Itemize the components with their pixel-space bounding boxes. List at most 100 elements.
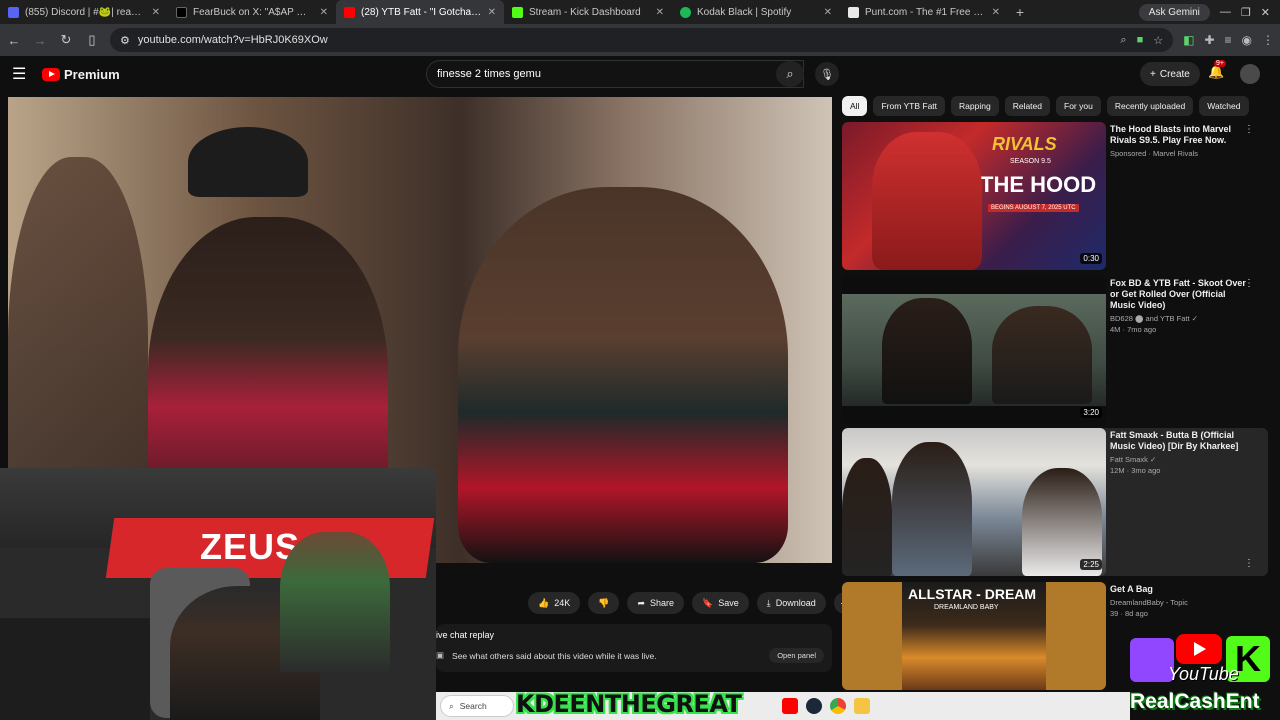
close-icon[interactable]: ✕ bbox=[320, 7, 328, 18]
media-icon[interactable]: ≡ bbox=[1225, 33, 1232, 47]
search-button[interactable]: ⌕ bbox=[776, 61, 804, 87]
minimize-icon[interactable]: — bbox=[1220, 6, 1231, 18]
related-video-3[interactable]: 2:25 Fatt Smaxk - Butta B (Official Musi… bbox=[842, 428, 1268, 576]
close-icon[interactable]: ✕ bbox=[824, 7, 832, 18]
taskbar-search-label: Search bbox=[459, 701, 487, 711]
taskbar-search[interactable]: ⌕ Search bbox=[440, 695, 514, 717]
tab-title: (855) Discord | #🐸| reaction... bbox=[25, 6, 146, 18]
video-title[interactable]: The Hood Blasts into Marvel Rivals S9.5.… bbox=[1110, 124, 1250, 146]
video-channel[interactable]: Sponsored · Marvel Rivals bbox=[1110, 149, 1250, 159]
like-button[interactable]: 👍 24K bbox=[528, 592, 581, 614]
save-button[interactable]: 🔖 Save bbox=[692, 592, 749, 614]
spotify-icon bbox=[680, 6, 691, 18]
video-actions: 👍24K 👎 ➦Share 🔖Save ⤓Download ⋯ bbox=[528, 592, 856, 614]
maximize-icon[interactable]: ❐ bbox=[1241, 6, 1251, 19]
new-tab-button[interactable]: + bbox=[1008, 4, 1032, 20]
voice-search-button[interactable]: 🎙 bbox=[815, 62, 839, 86]
search-icon: ⌕ bbox=[786, 66, 794, 81]
more-options-icon[interactable]: ⋮ bbox=[1244, 124, 1254, 135]
notification-badge: 9+ bbox=[1214, 60, 1226, 67]
browser-tab-bar: (855) Discord | #🐸| reaction... ✕ FearBu… bbox=[0, 0, 1280, 24]
more-options-icon[interactable]: ⋮ bbox=[1244, 558, 1254, 569]
steam-icon[interactable] bbox=[806, 698, 822, 714]
tab-punt[interactable]: Punt.com - The #1 Free to Play... ✕ bbox=[840, 0, 1008, 24]
video-thumbnail[interactable]: RIVALS SEASON 9.5 THE HOOD BEGINS AUGUST… bbox=[842, 122, 1106, 270]
create-label: Create bbox=[1159, 68, 1190, 80]
chip-rapping[interactable]: Rapping bbox=[951, 96, 999, 116]
tab-youtube[interactable]: (28) YTB Fatt - "I Gotcha Bi... ✕ bbox=[336, 0, 504, 24]
chip-all[interactable]: All bbox=[842, 96, 868, 116]
punt-icon bbox=[848, 6, 859, 18]
share-button[interactable]: ➦ Share bbox=[627, 592, 685, 614]
download-button[interactable]: ⤓ Download bbox=[756, 592, 826, 614]
hamburger-menu-icon[interactable]: ☰ bbox=[12, 64, 32, 84]
video-title[interactable]: Fox BD & YTB Fatt - Skoot Over or Get Ro… bbox=[1110, 278, 1250, 311]
ask-gemini-button[interactable]: Ask Gemini bbox=[1138, 3, 1210, 21]
streamer-name-overlay: KDEENTHEGREAT bbox=[516, 690, 742, 718]
address-bar: ← → ↻ ▯ ⚙ youtube.com/watch?v=HbRJ0K69XO… bbox=[0, 24, 1280, 56]
app-icon[interactable] bbox=[782, 698, 798, 714]
tab-spotify[interactable]: Kodak Black | Spotify ✕ bbox=[672, 0, 840, 24]
thumb-figure bbox=[872, 132, 982, 270]
related-video-2[interactable]: 3:20 Fox BD & YTB Fatt - Skoot Over or G… bbox=[842, 276, 1268, 424]
menu-dots-icon[interactable]: ⋮ bbox=[1262, 33, 1274, 47]
extension-icon[interactable]: ◧ bbox=[1183, 33, 1194, 47]
back-icon[interactable]: ← bbox=[6, 33, 22, 48]
live-chat-replay: ive chat replay ▣ See what others said a… bbox=[436, 624, 832, 672]
tab-x-fearbuck[interactable]: FearBuck on X: "A$AP Rocky gi... ✕ bbox=[168, 0, 336, 24]
thumb-dreamland-text: DREAMLAND BABY bbox=[934, 604, 999, 611]
bookmark-icon: 🔖 bbox=[702, 597, 714, 608]
tab-title: (28) YTB Fatt - "I Gotcha Bi... bbox=[361, 6, 482, 18]
video-title[interactable]: Get A Bag bbox=[1110, 584, 1250, 595]
video-thumbnail[interactable]: 2:25 bbox=[842, 428, 1106, 576]
tab-discord[interactable]: (855) Discord | #🐸| reaction... ✕ bbox=[0, 0, 168, 24]
create-button[interactable]: + Create bbox=[1140, 62, 1200, 86]
thumb-begins-text: BEGINS AUGUST 7, 2025 UTC bbox=[988, 204, 1079, 212]
forward-icon[interactable]: → bbox=[32, 33, 48, 48]
split-view-icon[interactable]: ▯ bbox=[84, 32, 100, 48]
chip-from-ytb-fatt[interactable]: From YTB Fatt bbox=[873, 96, 946, 116]
chrome-icon[interactable] bbox=[830, 698, 846, 714]
chip-for-you[interactable]: For you bbox=[1056, 96, 1101, 116]
thumb-figure-left bbox=[882, 298, 972, 404]
extension-green-icon[interactable]: ■ bbox=[1137, 34, 1144, 47]
download-label: Download bbox=[775, 598, 816, 608]
related-video-ad[interactable]: RIVALS SEASON 9.5 THE HOOD BEGINS AUGUST… bbox=[842, 122, 1268, 270]
share-label: Share bbox=[650, 598, 675, 608]
close-icon[interactable]: ✕ bbox=[488, 7, 496, 18]
video-thumbnail[interactable]: ALLSTAR - DREAM DREAMLAND BABY bbox=[842, 582, 1106, 690]
chip-watched[interactable]: Watched bbox=[1199, 96, 1249, 116]
close-icon[interactable]: ✕ bbox=[992, 7, 1000, 18]
folder-icon[interactable] bbox=[854, 698, 870, 714]
search-value: finesse 2 times gemu bbox=[437, 68, 541, 80]
close-icon[interactable]: ✕ bbox=[152, 7, 160, 18]
notifications-button[interactable]: 🔔 9+ bbox=[1208, 60, 1226, 80]
chip-related[interactable]: Related bbox=[1004, 96, 1051, 116]
search-input[interactable]: finesse 2 times gemu ✕ bbox=[426, 60, 804, 88]
close-icon[interactable]: ✕ bbox=[656, 7, 664, 18]
video-channel[interactable]: Fatt Smaxk ✓ bbox=[1110, 455, 1250, 465]
dislike-button[interactable]: 👎 bbox=[588, 592, 620, 614]
download-icon: ⤓ bbox=[766, 597, 771, 608]
video-thumbnail[interactable]: 3:20 bbox=[842, 276, 1106, 424]
open-panel-button[interactable]: Open panel bbox=[769, 648, 824, 663]
bookmark-star-icon[interactable]: ☆ bbox=[1153, 34, 1163, 47]
video-channel[interactable]: BD628 ⬤ and YTB Fatt ✓ bbox=[1110, 314, 1250, 324]
profile-icon[interactable]: ◉ bbox=[1242, 33, 1252, 47]
video-channel[interactable]: DreamlandBaby - Topic bbox=[1110, 598, 1250, 608]
chip-recently-uploaded[interactable]: Recently uploaded bbox=[1106, 96, 1194, 116]
close-window-icon[interactable]: ✕ bbox=[1261, 6, 1270, 19]
video-title[interactable]: Fatt Smaxk - Butta B (Official Music Vid… bbox=[1110, 430, 1250, 452]
youtube-logo[interactable]: Premium bbox=[42, 67, 120, 82]
avatar[interactable] bbox=[1240, 64, 1260, 84]
puzzle-icon[interactable]: ✚ bbox=[1204, 33, 1214, 47]
site-info-icon[interactable]: ⚙ bbox=[120, 34, 130, 47]
video-duration: 0:30 bbox=[1080, 253, 1102, 264]
stream-brand-overlay: K YouTube RealCashEnt bbox=[1128, 634, 1276, 718]
cam-person-back bbox=[280, 532, 390, 672]
zoom-icon[interactable]: ⌕ bbox=[1120, 34, 1126, 47]
url-field[interactable]: ⚙ youtube.com/watch?v=HbRJ0K69XOw ⌕ ■ ☆ bbox=[110, 28, 1174, 52]
more-options-icon[interactable]: ⋮ bbox=[1244, 278, 1254, 289]
tab-kick[interactable]: Stream - Kick Dashboard ✕ bbox=[504, 0, 672, 24]
reload-icon[interactable]: ↻ bbox=[58, 32, 74, 48]
